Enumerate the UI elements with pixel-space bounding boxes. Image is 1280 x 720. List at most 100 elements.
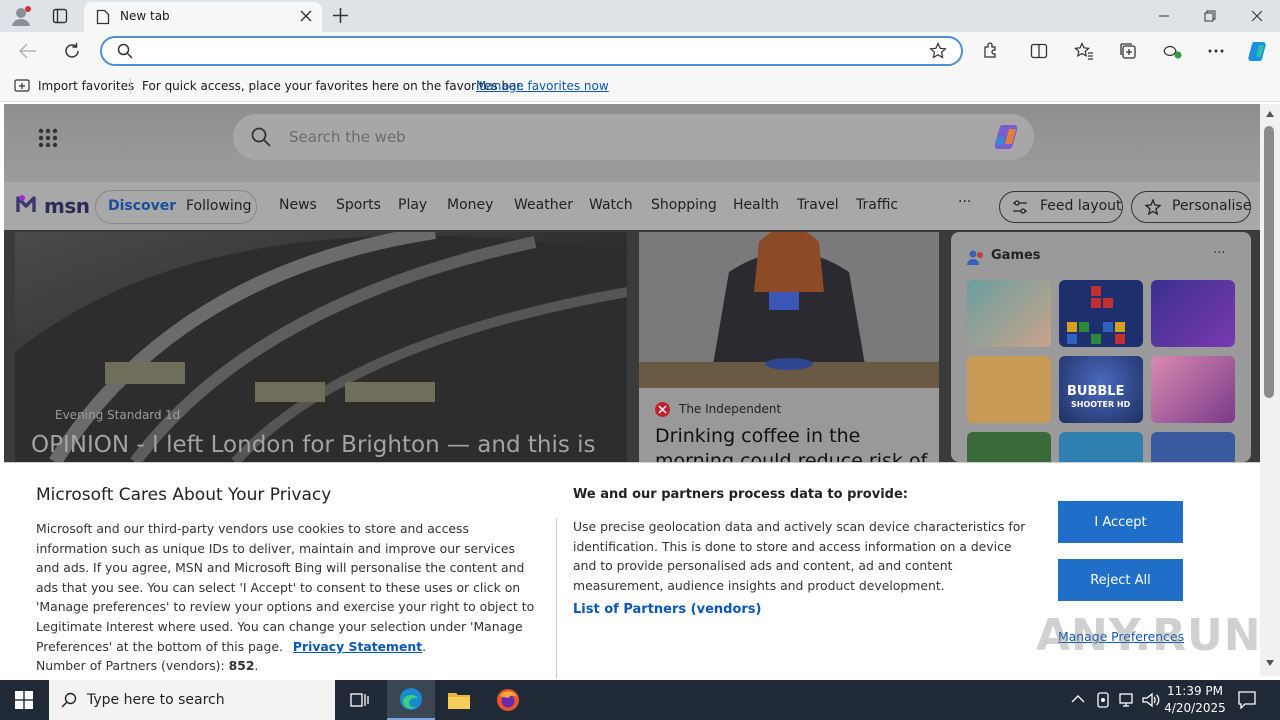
file-explorer-icon[interactable]: [435, 680, 483, 720]
nav-link-play[interactable]: Play: [398, 197, 427, 213]
web-search-box[interactable]: Search the web: [233, 114, 1034, 160]
search-icon: [61, 692, 77, 708]
favorites-bar: Import favorites For quick access, place…: [0, 70, 1280, 102]
game-tile[interactable]: [1151, 280, 1235, 347]
bubble-shooter-title: BUBBLE: [1067, 384, 1125, 399]
msn-nav-bar: msn Discover Following News Sports Play …: [4, 182, 1260, 230]
nav-link-traffic[interactable]: Traffic: [856, 197, 898, 213]
tab-following[interactable]: Following: [186, 198, 252, 214]
personalise-button[interactable]: Personalise: [1131, 191, 1251, 223]
nav-link-shopping[interactable]: Shopping: [651, 197, 717, 213]
split-screen-icon[interactable]: [1026, 38, 1052, 64]
hero-image: [15, 232, 627, 462]
taskbar-search-box[interactable]: Type here to search: [49, 680, 335, 720]
scroll-down-arrow[interactable]: [1266, 660, 1274, 666]
sparkle-icon: [1144, 199, 1162, 215]
tab-discover[interactable]: Discover: [108, 198, 176, 214]
address-bar[interactable]: [100, 36, 963, 66]
games-widget: Games ··· BUBBLE SHOOTER HD: [951, 232, 1251, 499]
firefox-icon[interactable]: [484, 680, 532, 720]
task-view-icon[interactable]: [336, 680, 384, 720]
hero-separator: ·: [157, 408, 161, 422]
partners-count: 852: [228, 658, 255, 674]
games-more-button[interactable]: ···: [1213, 246, 1225, 261]
close-window-button[interactable]: [1234, 0, 1280, 32]
copilot-icon[interactable]: [1245, 38, 1271, 64]
nav-link-watch[interactable]: Watch: [589, 197, 633, 213]
nav-link-news[interactable]: News: [279, 197, 317, 213]
card2-headline-line1[interactable]: Drinking coffee in the: [655, 425, 860, 447]
sliders-icon: [1012, 200, 1028, 214]
favorites-icon[interactable]: [1071, 38, 1097, 64]
card2-headline-line2[interactable]: morning could reduce risk of: [655, 450, 927, 462]
msn-header: Search the web: [4, 104, 1260, 182]
scroll-up-arrow[interactable]: [1266, 111, 1274, 117]
nav-link-weather[interactable]: Weather: [514, 197, 573, 213]
tab-new-tab[interactable]: New tab: [84, 2, 322, 32]
page-icon: [96, 9, 110, 25]
more-menu-icon[interactable]: [1203, 38, 1229, 64]
watermark: ANY.RUN: [1036, 610, 1262, 661]
copilot-icon[interactable]: [992, 123, 1022, 151]
app-launcher-icon[interactable]: [38, 128, 58, 148]
nav-link-travel[interactable]: Travel: [797, 197, 839, 213]
restore-button[interactable]: [1187, 0, 1233, 32]
clock[interactable]: 11:39 PM 4/20/2025: [1162, 683, 1228, 717]
game-tile[interactable]: [967, 280, 1051, 347]
hero-headline[interactable]: OPINION - I left London for Brighton — a…: [31, 432, 596, 458]
refresh-icon[interactable]: [59, 38, 85, 64]
nav-link-sports[interactable]: Sports: [336, 197, 381, 213]
accept-button[interactable]: I Accept: [1058, 501, 1183, 543]
personalise-label: Personalise: [1172, 198, 1252, 214]
edge-taskbar-icon[interactable]: [387, 680, 435, 720]
game-tile[interactable]: [1059, 280, 1143, 347]
games-icon: [967, 248, 985, 266]
news-card[interactable]: The Independent Drinking coffee in the m…: [639, 232, 939, 462]
nav-link-money[interactable]: Money: [447, 197, 493, 213]
tab-actions-icon[interactable]: [52, 8, 68, 24]
hero-card[interactable]: Evening Standard · 1d OPINION - I left L…: [15, 232, 627, 462]
partners-body: Use precise geolocation data and activel…: [573, 519, 1026, 593]
list-of-partners-link[interactable]: List of Partners (vendors): [573, 602, 761, 617]
performance-icon[interactable]: [1159, 38, 1185, 64]
news-card-image: [639, 232, 939, 388]
web-search-placeholder: Search the web: [289, 128, 406, 146]
msn-logo-text: msn: [44, 194, 90, 218]
manage-favorites-link[interactable]: Manage favorites now: [476, 79, 609, 93]
bubble-shooter-subtitle: SHOOTER HD: [1071, 400, 1131, 409]
profile-icon[interactable]: [10, 5, 32, 27]
partners-heading: We and our partners process data to prov…: [573, 487, 908, 502]
notifications-icon[interactable]: [1238, 691, 1256, 709]
back-icon[interactable]: [15, 38, 41, 64]
clock-date: 4/20/2025: [1164, 701, 1226, 715]
tray-chevron-icon[interactable]: [1071, 694, 1085, 704]
hero-age: 1d: [165, 408, 181, 422]
nav-more-button[interactable]: ···: [958, 194, 971, 210]
favbar-separator: [130, 78, 131, 94]
import-favorites-button[interactable]: Import favorites: [38, 79, 134, 93]
game-tile[interactable]: [967, 356, 1051, 423]
card2-source: The Independent: [679, 402, 782, 416]
start-button[interactable]: [0, 680, 48, 720]
extensions-icon[interactable]: [978, 38, 1004, 64]
scrollbar-thumb[interactable]: [1264, 126, 1274, 398]
nav-link-health[interactable]: Health: [733, 197, 779, 213]
import-favorites-icon[interactable]: [14, 78, 30, 93]
new-tab-button[interactable]: [332, 7, 349, 24]
collections-icon[interactable]: [1115, 38, 1141, 64]
game-tile[interactable]: [1151, 356, 1235, 423]
privacy-statement-link[interactable]: Privacy Statement: [293, 639, 422, 654]
reject-all-button[interactable]: Reject All: [1058, 559, 1183, 601]
close-tab-icon[interactable]: [300, 10, 312, 22]
favorite-star-icon[interactable]: [929, 42, 947, 60]
consent-body: Microsoft and our third-party vendors us…: [36, 521, 535, 674]
volume-icon[interactable]: [1142, 692, 1160, 708]
consent-title: Microsoft Cares About Your Privacy: [36, 485, 332, 505]
device-icon[interactable]: [1095, 692, 1111, 708]
game-tile[interactable]: BUBBLE SHOOTER HD: [1059, 356, 1143, 423]
minimize-button[interactable]: [1141, 0, 1187, 32]
network-icon[interactable]: [1118, 692, 1136, 708]
feed-layout-button[interactable]: Feed layout: [999, 191, 1123, 223]
search-icon: [117, 43, 133, 59]
feed-toggle: Discover Following: [95, 190, 257, 224]
